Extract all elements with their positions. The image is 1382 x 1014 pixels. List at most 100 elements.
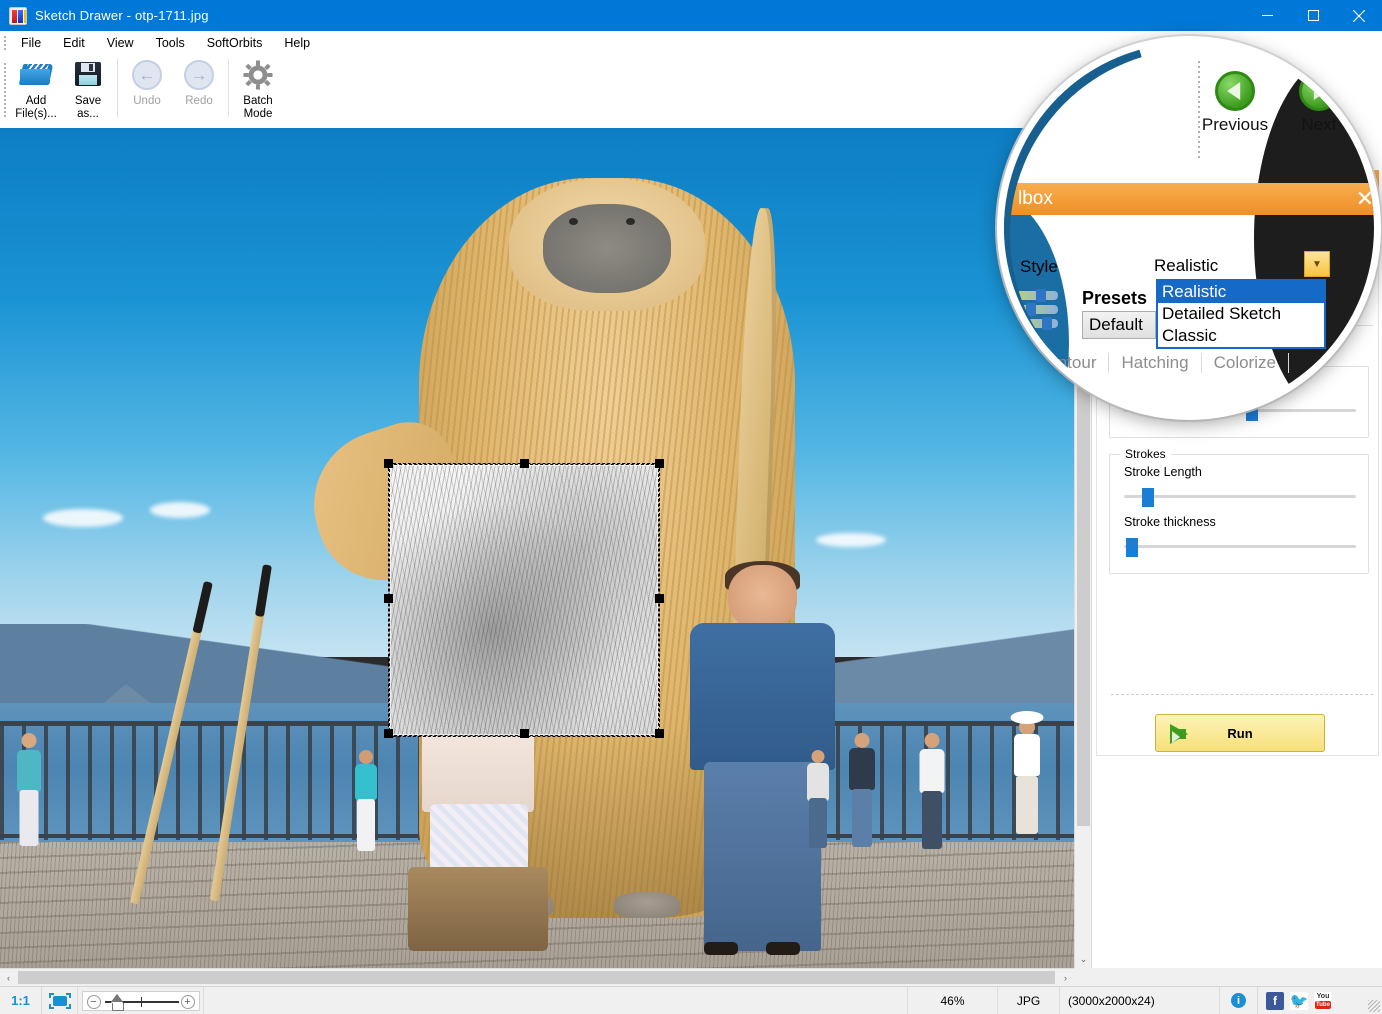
background-person-6	[806, 750, 830, 854]
zoom-in-button[interactable]: +	[181, 995, 195, 1009]
magnified-presets-combobox[interactable]: Default	[1082, 311, 1156, 339]
social-links: f 🐦 YouTube	[1258, 987, 1340, 1014]
zoom-slider-tick	[141, 997, 142, 1007]
background-person-2	[354, 750, 378, 856]
magnified-style-option-detailed-sketch[interactable]: Detailed Sketch	[1158, 303, 1324, 325]
menu-file[interactable]: File	[10, 33, 52, 53]
selection-handle-nw[interactable]	[384, 459, 393, 468]
info-button[interactable]: i	[1220, 987, 1258, 1014]
statusbar-message	[204, 987, 908, 1014]
redo-button[interactable]: → Redo	[173, 55, 225, 125]
selection-handle-w[interactable]	[384, 594, 393, 603]
selection-handle-s[interactable]	[520, 729, 529, 738]
stroke-length-label: Stroke Length	[1124, 465, 1202, 479]
maximize-button[interactable]	[1290, 0, 1336, 31]
file-format-value: JPG	[998, 987, 1060, 1014]
toolbar-grip[interactable]	[0, 55, 10, 128]
menu-view[interactable]: View	[96, 33, 145, 53]
magnified-next-label: Next	[1276, 115, 1362, 135]
strokes-group-title: Strokes	[1120, 447, 1171, 461]
run-button[interactable]: Run	[1155, 714, 1325, 752]
stroke-length-slider[interactable]	[1124, 487, 1356, 505]
minimize-button[interactable]	[1244, 0, 1290, 31]
undo-label: Undo	[133, 95, 161, 108]
stroke-thickness-slider[interactable]	[1124, 537, 1356, 555]
zoom-slider-cell[interactable]: − +	[78, 987, 204, 1014]
selection-handle-sw[interactable]	[384, 729, 393, 738]
selection-marching-ants	[389, 464, 659, 736]
scroll-left-arrow-icon[interactable]: ‹	[0, 969, 17, 987]
magnified-navigation: Previous Next	[1204, 71, 1381, 151]
toolbox-divider	[1111, 694, 1373, 695]
magnified-style-value: Realistic	[1154, 256, 1218, 276]
strokes-group: Strokes Stroke Length Stroke thickness	[1109, 454, 1369, 574]
statusbar: 1:1 − + 46% JPG (3000x2000x24) i	[0, 986, 1382, 1014]
window-controls	[1244, 0, 1382, 31]
canvas-horizontal-scrollbar[interactable]: ‹ ›	[0, 968, 1074, 986]
magnified-toolbox-close-icon[interactable]: ✕	[1356, 186, 1374, 212]
selection-handle-se[interactable]	[655, 729, 664, 738]
selection-handle-n[interactable]	[520, 459, 529, 468]
save-as-button[interactable]: Save as...	[62, 55, 114, 125]
sliders-icon	[1016, 291, 1060, 331]
fit-to-window-button[interactable]	[42, 987, 78, 1014]
close-button[interactable]	[1336, 0, 1382, 31]
background-person-1	[16, 733, 42, 853]
magnified-presets-label: Presets	[1082, 288, 1147, 309]
background-person-5	[1010, 716, 1044, 846]
horizontal-scroll-thumb[interactable]	[18, 971, 1055, 984]
twitter-icon[interactable]: 🐦	[1290, 992, 1308, 1010]
youtube-icon[interactable]: YouTube	[1314, 992, 1332, 1010]
batch-mode-button[interactable]: Batch Mode	[232, 55, 284, 125]
info-icon: i	[1231, 993, 1246, 1008]
window-resize-grip[interactable]	[1368, 1000, 1380, 1012]
zoom-ratio-button[interactable]: 1:1	[0, 987, 42, 1014]
add-files-button[interactable]: Add File(s)...	[10, 55, 62, 125]
zoom-slider-handle[interactable]	[111, 995, 123, 1003]
selection-preview-region[interactable]	[389, 464, 659, 736]
magnified-style-combobox[interactable]: Realistic	[1154, 253, 1324, 279]
right-arrow-circle-icon	[1299, 71, 1339, 111]
scroll-down-arrow-icon[interactable]: ⌄	[1075, 951, 1092, 968]
image-canvas[interactable]	[0, 128, 1074, 968]
stroke-thickness-label: Stroke thickness	[1124, 515, 1216, 529]
undo-button[interactable]: ← Undo	[121, 55, 173, 125]
menubar-grip[interactable]	[0, 31, 10, 55]
window-title: Sketch Drawer - otp-1711.jpg	[35, 8, 209, 23]
window-titlebar: Sketch Drawer - otp-1711.jpg	[0, 0, 1382, 31]
selection-handle-e[interactable]	[655, 594, 664, 603]
image-dimensions-value: (3000x2000x24)	[1060, 987, 1220, 1014]
toolbar-separator-1	[117, 59, 118, 117]
stroke-length-slider-thumb[interactable]	[1142, 488, 1154, 507]
magnified-toolbox-titlebar: lbox ✕	[1004, 183, 1381, 215]
open-folder-icon	[19, 60, 53, 92]
background-person-3	[848, 733, 876, 853]
zoom-out-button[interactable]: −	[87, 995, 101, 1009]
chevron-down-icon[interactable]: ▼	[1304, 251, 1330, 277]
selection-handle-ne[interactable]	[655, 459, 664, 468]
magnified-style-dropdown-list[interactable]: Realistic Detailed Sketch Classic	[1156, 279, 1326, 349]
stroke-thickness-slider-thumb[interactable]	[1126, 538, 1138, 557]
magnified-content: Previous Next lbox ✕ Style Realistic ▼	[1004, 43, 1381, 420]
zoom-slider[interactable]: − +	[82, 991, 200, 1011]
facebook-icon[interactable]: f	[1266, 992, 1284, 1010]
magnified-previous-button[interactable]: Previous	[1192, 71, 1278, 135]
magnified-effect-tabs: Contour Hatching Colorize	[1004, 349, 1381, 377]
batch-mode-label: Batch Mode	[243, 95, 272, 121]
background-person-4	[918, 733, 946, 855]
magnified-tab-hatching[interactable]: Hatching	[1109, 353, 1201, 373]
magnified-tab-colorize[interactable]: Colorize	[1202, 353, 1289, 373]
zoom-percent-value: 46%	[908, 987, 998, 1014]
add-files-label: Add File(s)...	[15, 95, 57, 121]
magnified-next-button[interactable]: Next	[1276, 71, 1362, 135]
menu-edit[interactable]: Edit	[52, 33, 96, 53]
menu-tools[interactable]: Tools	[145, 33, 196, 53]
menu-help[interactable]: Help	[273, 33, 321, 53]
fit-to-window-icon	[49, 993, 71, 1009]
magnified-style-option-realistic[interactable]: Realistic	[1158, 281, 1324, 303]
magnified-tab-contour[interactable]: Contour	[1024, 353, 1109, 373]
run-label: Run	[1227, 726, 1252, 741]
magnified-style-option-classic[interactable]: Classic	[1158, 325, 1324, 347]
menu-softorbits[interactable]: SoftOrbits	[196, 33, 274, 53]
scroll-right-arrow-icon[interactable]: ›	[1057, 969, 1074, 987]
